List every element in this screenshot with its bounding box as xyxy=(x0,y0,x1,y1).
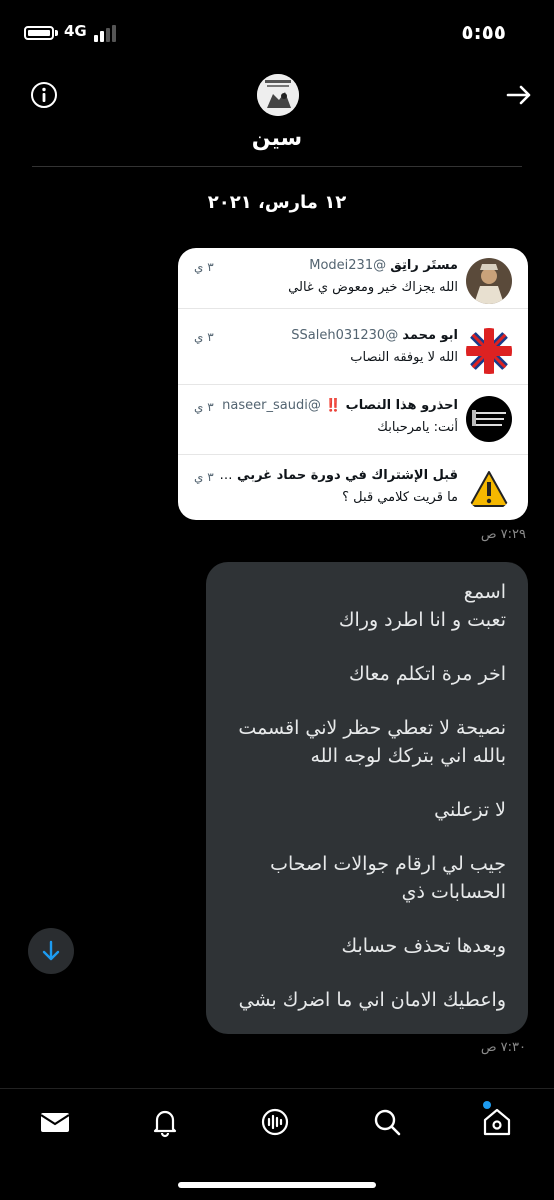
date-separator: ١٢ مارس، ٢٠٢١ xyxy=(207,192,347,213)
notification-time: ٣ ي xyxy=(194,260,214,274)
notification-text: الله يجزاك خير ومعوض ي غالي xyxy=(288,280,458,295)
notification-time: ٣ ي xyxy=(194,400,214,414)
home-icon[interactable] xyxy=(480,1105,514,1139)
message-line: جيب لي ارقام جوالات اصحاب xyxy=(270,853,506,875)
notification-time: ٣ ي xyxy=(194,470,214,484)
search-icon[interactable] xyxy=(370,1105,404,1139)
notification-time: ٣ ي xyxy=(194,330,214,344)
avatar xyxy=(466,396,512,442)
list-item: قبل الإشتراك في دورة حماد غربي الشم... م… xyxy=(178,458,528,520)
avatar xyxy=(466,466,512,512)
notification-name: ابو محمد xyxy=(402,328,458,343)
message-timestamp: ٧:٢٩ ص xyxy=(480,527,526,542)
message-line: اسمع xyxy=(463,581,506,603)
arrow-right-icon[interactable] xyxy=(504,80,534,110)
battery-icon xyxy=(24,26,54,40)
spaces-icon[interactable] xyxy=(258,1105,292,1139)
avatar xyxy=(466,258,512,304)
avatar xyxy=(466,328,512,374)
message-line: واعطيك الامان اني ما اضرك بشي xyxy=(238,989,506,1011)
notification-dot xyxy=(483,1101,491,1109)
contact-avatar[interactable] xyxy=(257,74,299,116)
list-item: مستَر راتِق @Modei231 الله يجزاك خير ومع… xyxy=(178,248,528,309)
battery-tip xyxy=(55,30,58,36)
contact-name[interactable]: سين xyxy=(0,126,554,151)
scroll-down-button[interactable] xyxy=(28,928,74,974)
image-message[interactable]: مستَر راتِق @Modei231 الله يجزاك خير ومع… xyxy=(178,248,528,520)
notification-name: مستَر راتِق xyxy=(390,258,458,273)
message-line: نصيحة لا تعطي حظر لاني اقسمت xyxy=(238,717,506,739)
notification-handle: @naseer_saudi xyxy=(222,398,321,413)
message-line: الحسابات ذي xyxy=(401,881,506,903)
info-icon[interactable] xyxy=(30,81,58,109)
notification-name: قبل الإشتراك في دورة حماد غربي الشم... xyxy=(218,468,458,483)
header-divider xyxy=(32,166,522,167)
message-line: تعبت و انا اطرد وراك xyxy=(338,609,506,631)
notification-handle: @SSaleh031230 xyxy=(291,328,399,343)
notification-text: أنت: يامرحبابك xyxy=(377,420,458,435)
message-line: بالله اني بتركك لوجه الله xyxy=(310,745,506,767)
message-bubble[interactable]: اسمع تعبت و انا اطرد وراك اخر مرة اتكلم … xyxy=(206,562,528,1034)
message-line: لا تزعلني xyxy=(434,799,506,821)
message-line: وبعدها تحذف حسابك xyxy=(341,935,507,957)
bell-icon[interactable] xyxy=(148,1105,182,1139)
signal-icon xyxy=(94,24,116,42)
mail-icon[interactable] xyxy=(38,1105,72,1139)
notification-handle: @Modei231 xyxy=(309,258,387,273)
notification-text: ما قريت كلامي قبل ؟ xyxy=(342,490,458,505)
notification-name: احذرو هذا النصاب ‼️ xyxy=(324,398,458,413)
network-type: 4G xyxy=(64,22,87,40)
message-timestamp: ٧:٣٠ ص xyxy=(480,1040,526,1055)
home-indicator xyxy=(178,1182,376,1188)
notification-text: الله لا يوفقه النصاب xyxy=(350,350,458,365)
nav-divider xyxy=(0,1088,554,1089)
status-time: ٥:٥٥ xyxy=(461,20,506,44)
list-item: ابو محمد @SSaleh031230 الله لا يوفقه الن… xyxy=(178,318,528,385)
arrow-down-icon xyxy=(42,940,60,961)
list-item: احذرو هذا النصاب ‼️ @naseer_saudi أنت: ي… xyxy=(178,388,528,455)
message-line: اخر مرة اتكلم معاك xyxy=(348,663,506,685)
